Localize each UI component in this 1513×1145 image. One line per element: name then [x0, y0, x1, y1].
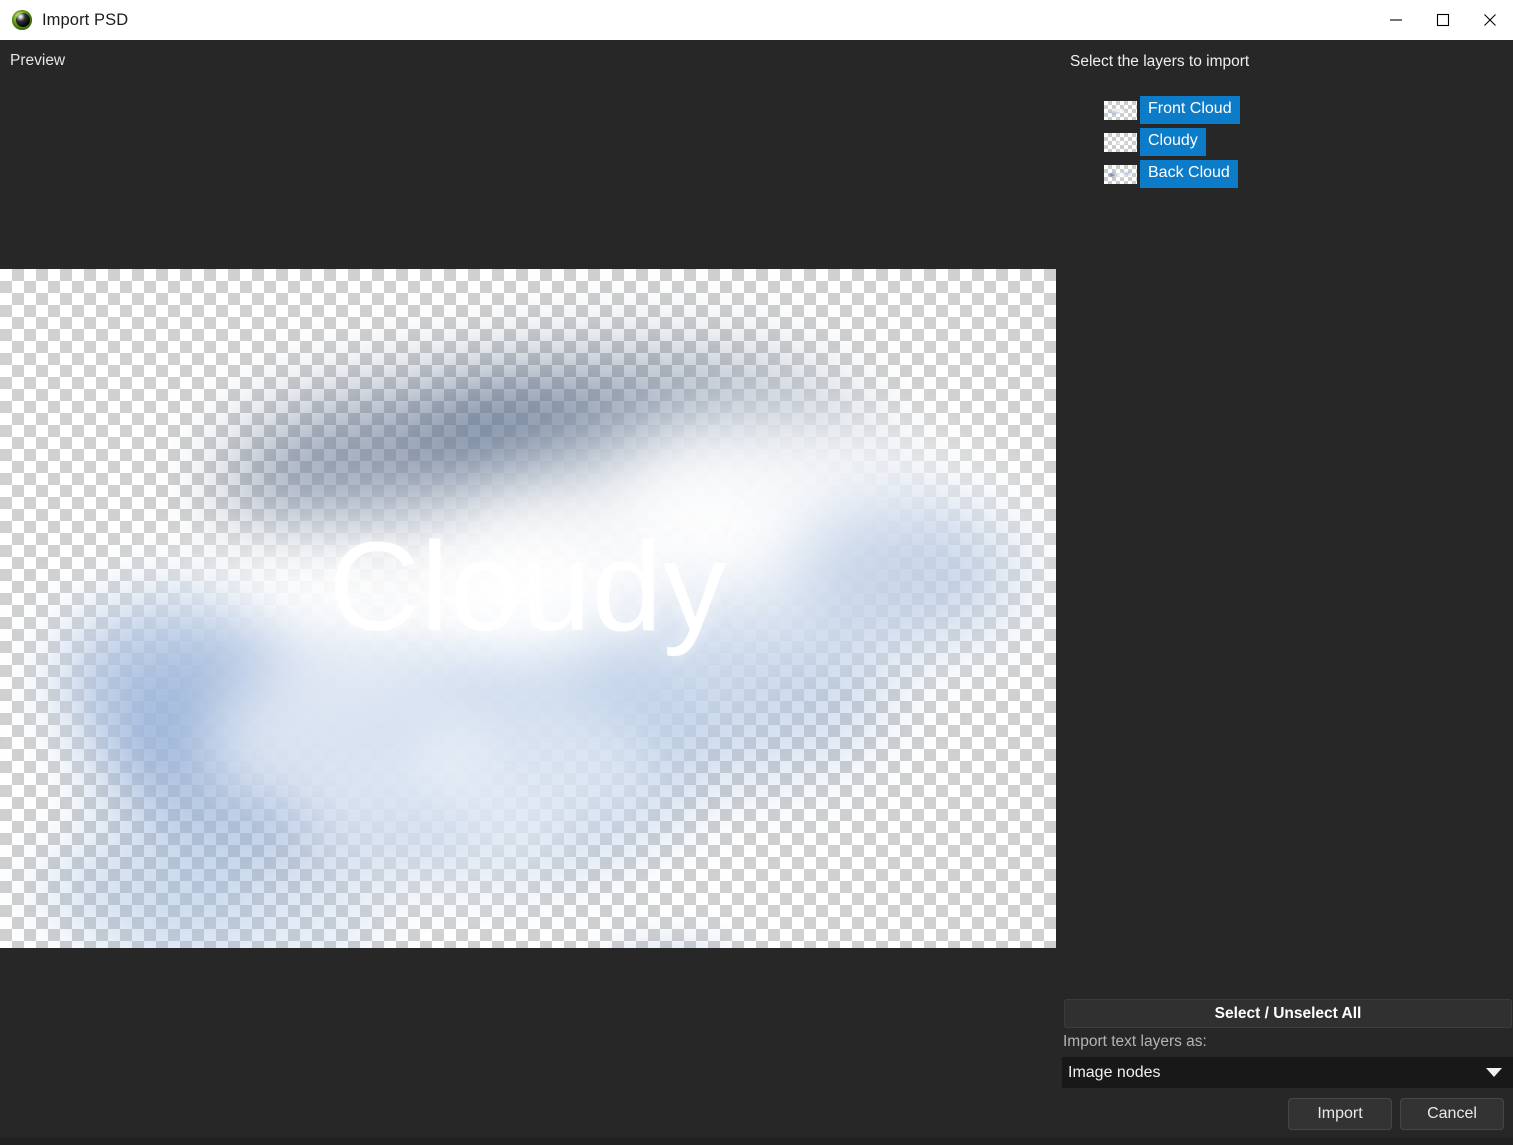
cloud-thumb-icon [1104, 164, 1137, 184]
window-title: Import PSD [42, 10, 129, 29]
import-text-layers-label: Import text layers as: [1063, 1033, 1207, 1050]
title-bar: Import PSD [0, 0, 1513, 40]
krita-app-icon [12, 10, 32, 30]
layer-list: Front Cloud Cloudy Back Cloud [1104, 94, 1484, 190]
title-bar-left: Import PSD [0, 10, 1372, 30]
preview-artwork-text: Cloudy [328, 516, 728, 657]
layers-panel-heading: Select the layers to import [1070, 53, 1250, 70]
cloud-thumb-icon [1104, 132, 1137, 152]
bottom-strip [0, 1137, 1513, 1145]
list-item[interactable]: Cloudy [1104, 126, 1484, 158]
list-item[interactable]: Back Cloud [1104, 158, 1484, 190]
import-text-layers-value: Image nodes [1068, 1063, 1161, 1081]
chevron-down-icon [1486, 1068, 1502, 1077]
close-button[interactable] [1466, 0, 1513, 40]
select-unselect-all-button[interactable]: Select / Unselect All [1064, 999, 1512, 1028]
minimize-button[interactable] [1372, 0, 1419, 40]
layer-name: Cloudy [1140, 128, 1206, 156]
minimize-icon [1389, 19, 1402, 21]
import-button[interactable]: Import [1288, 1098, 1392, 1130]
window-controls [1372, 0, 1513, 40]
layer-thumbnail [1104, 164, 1137, 184]
layer-thumbnail [1104, 100, 1137, 120]
maximize-button[interactable] [1419, 0, 1466, 40]
import-psd-dialog: Import PSD Preview Cloudy Select the lay… [0, 0, 1513, 1145]
preview-label: Preview [10, 52, 66, 69]
cloud-thumb-icon [1104, 100, 1137, 120]
list-item[interactable]: Front Cloud [1104, 94, 1484, 126]
layer-name: Front Cloud [1140, 96, 1240, 124]
layer-name: Back Cloud [1140, 160, 1238, 188]
cloud-artwork [0, 269, 1056, 948]
maximize-icon [1436, 13, 1449, 27]
close-icon [1483, 14, 1496, 26]
preview-canvas[interactable]: Cloudy [0, 269, 1056, 948]
cancel-button[interactable]: Cancel [1400, 1098, 1504, 1130]
import-text-layers-select[interactable]: Image nodes [1062, 1057, 1513, 1088]
layer-thumbnail [1104, 132, 1137, 152]
